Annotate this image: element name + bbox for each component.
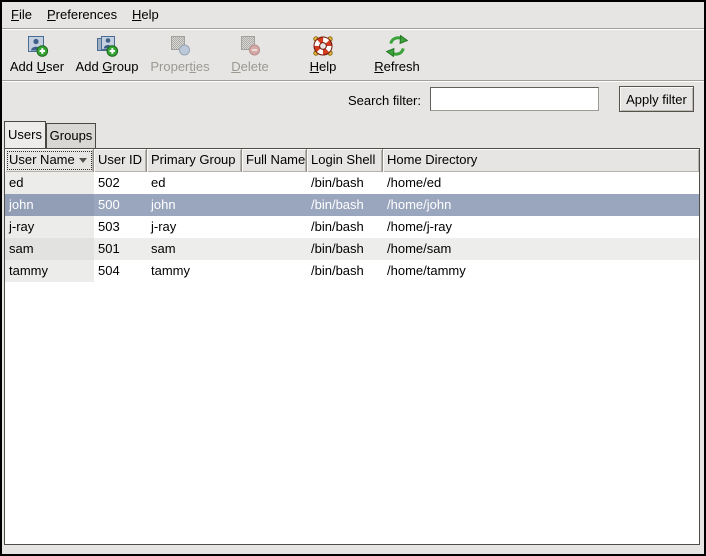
table-cell: john [147, 194, 242, 216]
add-group-button[interactable]: Add Group [73, 34, 141, 78]
menu-item-file[interactable]: File [8, 2, 35, 28]
search-filter-input[interactable] [430, 87, 599, 111]
properties-icon [168, 34, 192, 58]
table-cell: /bin/bash [307, 238, 383, 260]
table-cell: john [5, 194, 94, 216]
table-cell: /home/tammy [383, 260, 699, 282]
table-row[interactable]: j-ray 503 j-ray /bin/bash /home/j-ray [5, 216, 699, 238]
table-cell: 503 [94, 216, 147, 238]
table-header: User Name User ID Primary Group Full Nam… [5, 149, 699, 172]
table-row-selected[interactable]: john 500 john /bin/bash /home/john [5, 194, 699, 216]
table-cell: /bin/bash [307, 172, 383, 194]
sort-descending-icon [79, 158, 87, 163]
delete-icon [238, 34, 262, 58]
table-cell [242, 238, 307, 260]
tab-users[interactable]: Users [4, 121, 46, 148]
table-cell: ed [5, 172, 94, 194]
user-manager-window: File Preferences Help Add User [0, 0, 706, 556]
search-filter-label: Search filter: [252, 93, 421, 108]
delete-button: Delete [216, 34, 284, 78]
column-header-user-id[interactable]: User ID [94, 149, 147, 172]
users-table: User Name User ID Primary Group Full Nam… [4, 148, 700, 545]
table-row[interactable]: tammy 504 tammy /bin/bash /home/tammy [5, 260, 699, 282]
add-group-label: Add Group [73, 59, 141, 74]
column-header-user-name[interactable]: User Name [5, 149, 94, 172]
add-group-icon [95, 34, 119, 58]
table-cell [242, 216, 307, 238]
add-user-button[interactable]: Add User [3, 34, 71, 78]
table-row[interactable]: sam 501 sam /bin/bash /home/sam [5, 238, 699, 260]
refresh-icon [385, 34, 409, 58]
menubar: File Preferences Help [2, 2, 704, 29]
table-cell: /home/sam [383, 238, 699, 260]
properties-button: Properties [146, 34, 214, 78]
column-header-primary-group[interactable]: Primary Group [147, 149, 242, 172]
properties-label: Properties [146, 59, 214, 74]
table-row[interactable]: ed 502 ed /bin/bash /home/ed [5, 172, 699, 194]
table-cell [242, 260, 307, 282]
add-user-label: Add User [3, 59, 71, 74]
help-button[interactable]: Help [289, 34, 357, 78]
table-cell: j-ray [5, 216, 94, 238]
table-cell: sam [5, 238, 94, 260]
delete-label: Delete [216, 59, 284, 74]
table-cell: /bin/bash [307, 194, 383, 216]
menu-item-help[interactable]: Help [129, 2, 162, 28]
table-cell: /home/ed [383, 172, 699, 194]
add-user-icon [25, 34, 49, 58]
table-cell: tammy [147, 260, 242, 282]
apply-filter-button[interactable]: Apply filter [619, 86, 694, 112]
help-label: Help [289, 59, 357, 74]
table-cell: /bin/bash [307, 260, 383, 282]
table-cell: /home/john [383, 194, 699, 216]
table-cell: 504 [94, 260, 147, 282]
tab-groups[interactable]: Groups [46, 123, 96, 148]
refresh-button[interactable]: Refresh [363, 34, 431, 78]
table-cell: 500 [94, 194, 147, 216]
table-cell: tammy [5, 260, 94, 282]
table-cell: /bin/bash [307, 216, 383, 238]
column-header-login-shell[interactable]: Login Shell [307, 149, 383, 172]
table-cell [242, 172, 307, 194]
column-header-full-name[interactable]: Full Name [242, 149, 307, 172]
table-cell: ed [147, 172, 242, 194]
table-cell: sam [147, 238, 242, 260]
table-cell: /home/j-ray [383, 216, 699, 238]
column-header-home-directory[interactable]: Home Directory [383, 149, 699, 172]
menu-item-preferences[interactable]: Preferences [44, 2, 120, 28]
help-icon [311, 34, 335, 58]
toolbar: Add User Add Group [2, 30, 704, 81]
table-cell: j-ray [147, 216, 242, 238]
refresh-label: Refresh [363, 59, 431, 74]
table-cell: 501 [94, 238, 147, 260]
table-cell: 502 [94, 172, 147, 194]
table-cell [242, 194, 307, 216]
